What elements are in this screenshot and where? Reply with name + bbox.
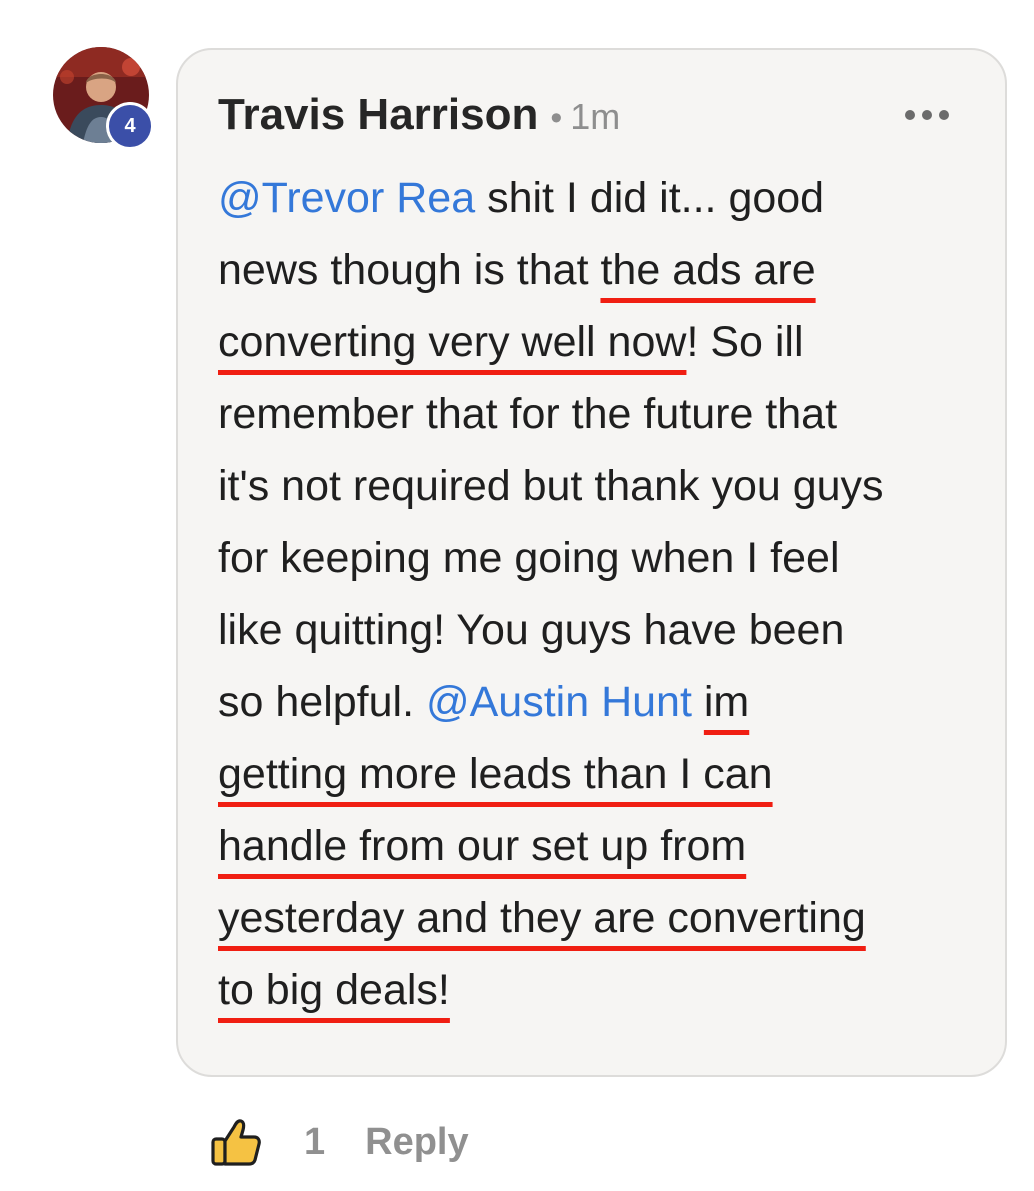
more-dot <box>939 110 949 120</box>
more-dot <box>905 110 915 120</box>
text-segment: for keeping me going when I feel <box>218 534 840 582</box>
comment-line: yesterday and they are converting <box>218 882 978 954</box>
comment-line: converting very well now! So ill <box>218 306 978 378</box>
comment-line: to big deals! <box>218 954 978 1026</box>
comment-line: remember that for the future that <box>218 378 978 450</box>
comment-bubble: Travis Harrison • 1m @Trevor Rea shit I … <box>176 48 1007 1077</box>
highlighted-text: handle from our set up from <box>218 822 747 870</box>
text-segment: ! So ill <box>686 318 804 366</box>
text-segment: it's not required but thank you guys <box>218 462 884 510</box>
timestamp: 1m <box>570 96 621 137</box>
text-segment: news though is that <box>218 246 601 294</box>
comment-line: news though is that the ads are <box>218 234 978 306</box>
comment-line: getting more leads than I can <box>218 738 978 810</box>
comment-line: for keeping me going when I feel <box>218 522 978 594</box>
comment-line: it's not required but thank you guys <box>218 450 978 522</box>
comment-header: Travis Harrison • 1m <box>218 90 620 140</box>
highlighted-text: to big deals! <box>218 966 450 1014</box>
level-badge: 4 <box>106 102 154 150</box>
mention-link[interactable]: @Trevor Rea <box>218 174 475 222</box>
text-segment: shit I did it... good <box>475 174 825 222</box>
mention-link[interactable]: @Austin Hunt <box>426 678 692 726</box>
comment-line: like quitting! You guys have been <box>218 594 978 666</box>
comment-line: so helpful. @Austin Hunt im <box>218 666 978 738</box>
text-segment: remember that for the future that <box>218 390 838 438</box>
text-segment <box>692 678 704 726</box>
more-horizontal-icon[interactable] <box>905 108 949 122</box>
comment-text: @Trevor Rea shit I did it... good news th… <box>218 162 978 1026</box>
comment-line: handle from our set up from <box>218 810 978 882</box>
comment-actions: 1 Reply <box>210 1114 469 1170</box>
separator-dot: • <box>550 99 563 137</box>
highlighted-text: converting very well now <box>218 318 687 366</box>
author-name[interactable]: Travis Harrison <box>218 90 538 140</box>
thumbs-up-icon[interactable] <box>210 1116 262 1168</box>
reply-button[interactable]: Reply <box>365 1121 468 1164</box>
highlighted-text: getting more leads than I can <box>218 750 773 798</box>
more-dot <box>922 110 932 120</box>
comment-line: @Trevor Rea shit I did it... good <box>218 162 978 234</box>
like-count: 1 <box>304 1120 326 1163</box>
text-segment: like quitting! You guys have been <box>218 606 845 654</box>
highlighted-text: yesterday and they are converting <box>218 894 866 942</box>
highlighted-text: the ads are <box>600 246 816 294</box>
text-segment: so helpful. <box>218 678 426 726</box>
highlighted-text: im <box>703 678 750 726</box>
